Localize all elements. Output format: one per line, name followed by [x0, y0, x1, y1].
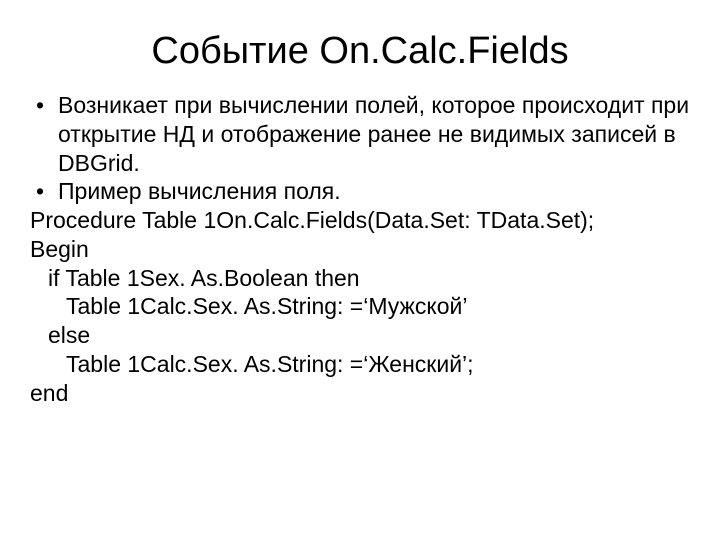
bullet-marker-icon: • — [30, 177, 58, 206]
bullet-item: • Возникает при вычислении полей, которо… — [30, 91, 690, 177]
slide-content: • Возникает при вычислении полей, которо… — [30, 91, 690, 407]
bullet-text: Пример вычисления поля. — [58, 177, 690, 206]
bullet-text: Возникает при вычислении полей, которое … — [58, 91, 690, 177]
code-line-end: end — [30, 379, 690, 408]
code-line-procedure: Procedure Table 1On.Calc.Fields(Data.Set… — [30, 206, 690, 235]
slide-title: Событие On.Calc.Fields — [30, 30, 690, 73]
code-line-else-branch: Table 1Calc.Sex. As.String: =‘Женский’; — [30, 350, 690, 379]
bullet-marker-icon: • — [30, 91, 58, 120]
code-line-begin: Begin — [30, 235, 690, 264]
code-line-then-branch: Table 1Calc.Sex. As.String: =‘Мужской’ — [30, 292, 690, 321]
code-line-else: else — [30, 321, 690, 350]
bullet-item: • Пример вычисления поля. — [30, 177, 690, 206]
code-line-if: if Table 1Sex. As.Boolean then — [30, 264, 690, 293]
